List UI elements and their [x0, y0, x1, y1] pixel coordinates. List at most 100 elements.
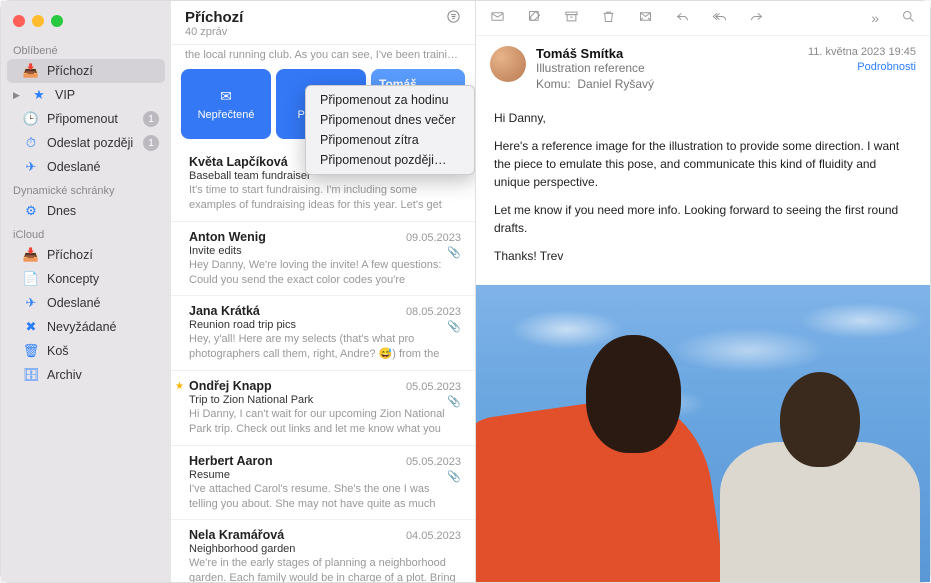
sender: Květa Lapčíková: [189, 155, 288, 169]
sidebar-item-junk[interactable]: ✖Nevyžádané: [1, 315, 171, 339]
date: 09.05.2023: [406, 232, 461, 244]
sidebar-item-label: VIP: [55, 88, 159, 102]
preview: Hi Danny, I can't wait for our upcoming …: [189, 407, 461, 437]
send-later-icon: ⏱: [23, 135, 39, 151]
date: 05.05.2023: [406, 456, 461, 468]
figure-2: [720, 372, 920, 582]
reader-pane: » Tomáš Smítka Illustration reference Ko…: [476, 1, 930, 582]
subject: Neighborhood garden: [189, 543, 461, 555]
menu-remind-1h[interactable]: Připomenout za hodinu: [306, 90, 474, 110]
sidebar-item-inbox[interactable]: 📥 Příchozí: [7, 59, 165, 83]
reply-all-icon[interactable]: [712, 9, 727, 27]
details-link[interactable]: Podrobnosti: [808, 61, 916, 73]
sent-icon: ✈: [23, 295, 39, 311]
menu-remind-tomorrow[interactable]: Připomenout zítra: [306, 130, 474, 150]
compose-icon[interactable]: [527, 9, 542, 27]
sidebar-item-icloud-inbox[interactable]: 📥Příchozí: [1, 243, 171, 267]
sidebar-item-sent[interactable]: ✈ Odeslané: [1, 155, 171, 179]
trash-icon: 🗑: [23, 343, 39, 359]
avatar: [490, 46, 526, 82]
attachment-icon: 📎: [447, 320, 461, 333]
star-icon: ★: [31, 87, 47, 103]
drafts-icon: 📄: [23, 271, 39, 287]
window-controls: [1, 7, 171, 39]
sender: Jana Krátká: [189, 304, 260, 318]
junk-icon[interactable]: [638, 9, 653, 27]
sidebar-item-vip[interactable]: ▶ ★ VIP: [1, 83, 171, 107]
subject: Reunion road trip pics: [189, 319, 461, 331]
close-window[interactable]: [13, 15, 25, 27]
top-favorites-row: ✉ Nepřečtené 🕒 Připomen Tomáš Smítka Ill…: [171, 65, 475, 147]
filter-icon[interactable]: [446, 9, 461, 27]
sent-icon: ✈: [23, 159, 39, 175]
mail-icon: ✉: [220, 88, 232, 105]
message-list[interactable]: Květa Lapčíková Baseball team fundraiser…: [171, 147, 475, 582]
sender: Nela Kramářová: [189, 528, 284, 542]
inbox-icon: 📥: [23, 247, 39, 263]
message-header: Tomáš Smítka Illustration reference Komu…: [476, 36, 930, 99]
sidebar-item-label: Příchozí: [47, 64, 153, 78]
message-body: Hi Danny, Here's a reference image for t…: [476, 99, 930, 285]
message-row[interactable]: Herbert Aaron05.05.2023 Resume I've atta…: [171, 446, 475, 521]
reply-icon[interactable]: [675, 9, 690, 27]
sidebar-item-trash[interactable]: 🗑 Koš: [1, 339, 171, 363]
toolbar: »: [476, 1, 930, 36]
sidebar-item-icloud-sent[interactable]: ✈ Odeslané: [1, 291, 171, 315]
body-p2: Here's a reference image for the illustr…: [494, 137, 912, 191]
envelope-icon[interactable]: [490, 9, 505, 27]
section-icloud: iCloud: [1, 223, 171, 243]
body-p4: Thanks! Trev: [494, 247, 912, 265]
menu-remind-later[interactable]: Připomenout později…: [306, 150, 474, 170]
date: 08.05.2023: [406, 306, 461, 318]
truncated-preview: the local running club. As you can see, …: [171, 45, 475, 65]
sidebar-item-remind[interactable]: 🕒 Připomenout 1: [1, 107, 171, 131]
sidebar-item-archive[interactable]: 🗄Archiv: [1, 363, 171, 387]
remind-context-menu: Připomenout za hodinu Připomenout dnes v…: [305, 85, 475, 175]
more-icon[interactable]: »: [871, 10, 879, 26]
date: 04.05.2023: [406, 530, 461, 542]
sidebar: Oblíbené 📥 Příchozí ▶ ★ VIP 🕒 Připomenou…: [1, 1, 171, 582]
sidebar-item-label: Odeslané: [47, 296, 159, 310]
fav-label: Nepřečtené: [198, 109, 255, 121]
sidebar-item-label: Odeslané: [47, 160, 159, 174]
archive-icon[interactable]: [564, 9, 579, 27]
sender: Herbert Aaron: [189, 454, 273, 468]
menu-remind-tonight[interactable]: Připomenout dnes večer: [306, 110, 474, 130]
attachment-icon: 📎: [447, 246, 461, 259]
from-name: Tomáš Smítka: [536, 46, 798, 61]
trash-icon[interactable]: [601, 9, 616, 27]
message-row[interactable]: Jana Krátká 08.05.2023 Reunion road trip …: [171, 296, 475, 371]
subject: Trip to Zion National Park: [189, 394, 461, 406]
minimize-window[interactable]: [32, 15, 44, 27]
sidebar-item-label: Koš: [47, 344, 159, 358]
zoom-window[interactable]: [51, 15, 63, 27]
message-row[interactable]: Nela Kramářová 04.05.2023 Neighborhood ga…: [171, 520, 475, 582]
sender: Ondřej Knapp: [189, 379, 272, 393]
header-datetime: 11. května 2023 19:45: [808, 46, 916, 58]
body-p1: Hi Danny,: [494, 109, 912, 127]
forward-icon[interactable]: [749, 9, 764, 27]
message-list-pane: Příchozí 40 zpráv the local running club…: [171, 1, 476, 582]
body-p3: Let me know if you need more info. Looki…: [494, 201, 912, 237]
sidebar-item-today[interactable]: ⚙ Dnes: [1, 199, 171, 223]
count-badge: 1: [143, 135, 159, 151]
sidebar-item-send-later[interactable]: ⏱ Odeslat později 1: [1, 131, 171, 155]
preview: I've attached Carol's resume. She's the …: [189, 482, 461, 512]
clock-icon: 🕒: [23, 111, 39, 127]
preview: Hey, y'all! Here are my selects (that's …: [189, 332, 461, 362]
sender: Anton Wenig: [189, 230, 266, 244]
subject: Invite edits: [189, 245, 461, 257]
archive-icon: 🗄: [23, 367, 39, 383]
message-row[interactable]: Anton Wenig09.05.2023 Invite edits Hey D…: [171, 222, 475, 297]
attachment-icon: 📎: [447, 470, 461, 483]
sidebar-item-label: Dnes: [47, 204, 159, 218]
mailbox-title: Příchozí: [185, 9, 243, 26]
search-icon[interactable]: [901, 9, 916, 27]
message-row[interactable]: ★ Ondřej Knapp05.05.2023 Trip to Zion Na…: [171, 371, 475, 446]
count-badge: 1: [143, 111, 159, 127]
sidebar-item-label: Připomenout: [47, 112, 135, 126]
fav-unread[interactable]: ✉ Nepřečtené: [181, 69, 271, 139]
header-subject: Illustration reference: [536, 61, 798, 75]
sidebar-item-drafts[interactable]: 📄Koncepty: [1, 267, 171, 291]
attachment-icon: 📎: [447, 395, 461, 408]
